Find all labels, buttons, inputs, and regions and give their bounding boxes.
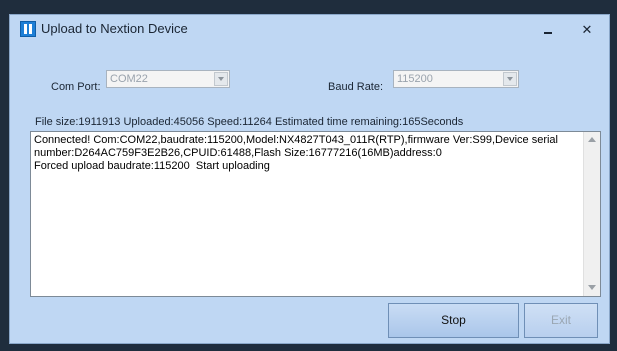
log-textarea[interactable]: Connected! Com:COM22,baudrate:115200,Mod… (30, 131, 601, 297)
stop-button[interactable]: Stop (388, 303, 519, 338)
vertical-scrollbar[interactable] (583, 132, 600, 296)
baud-rate-value: 115200 (397, 73, 433, 85)
com-port-select[interactable]: COM22 (106, 70, 230, 88)
scroll-up-icon[interactable] (588, 137, 596, 143)
com-port-label: Com Port: (51, 81, 101, 93)
baud-rate-label: Baud Rate: (328, 81, 384, 93)
scroll-down-icon[interactable] (588, 285, 596, 291)
chevron-down-icon[interactable] (214, 72, 228, 86)
minimize-button[interactable] (537, 22, 559, 38)
com-port-value: COM22 (110, 73, 148, 85)
title-bar: Upload to Nextion Device ✕ (10, 15, 609, 45)
baud-rate-select[interactable]: 115200 (393, 70, 519, 88)
log-text: Connected! Com:COM22,baudrate:115200,Mod… (34, 134, 558, 172)
minimize-icon (544, 32, 552, 34)
upload-dialog: Upload to Nextion Device ✕ Com Port: COM… (9, 14, 610, 344)
window-title: Upload to Nextion Device (41, 21, 188, 36)
close-button[interactable]: ✕ (576, 22, 598, 38)
exit-button[interactable]: Exit (524, 303, 598, 338)
upload-status-text: File size:1911913 Uploaded:45056 Speed:1… (35, 116, 464, 128)
nextion-logo-icon (20, 21, 36, 37)
chevron-down-icon[interactable] (503, 72, 517, 86)
